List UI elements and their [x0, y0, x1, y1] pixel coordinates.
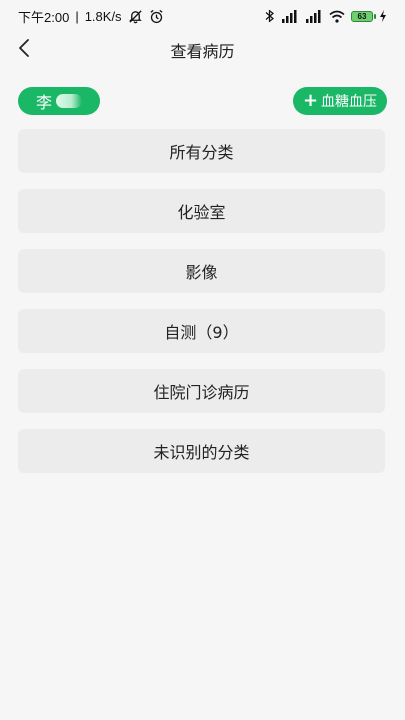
- bluetooth-icon: [264, 9, 275, 23]
- back-button[interactable]: [8, 34, 40, 66]
- patient-row: 李 + 血糖血压: [18, 87, 387, 115]
- status-bar: 下午2:00 | 1.8K/s 63: [0, 0, 405, 32]
- category-list: 所有分类 化验室 影像 自测（9） 住院门诊病历 未识别的分类: [18, 129, 385, 489]
- wifi-icon: [329, 10, 345, 23]
- category-label: 所有分类: [169, 143, 234, 162]
- category-label: 住院门诊病历: [153, 383, 250, 402]
- category-label: 影像: [185, 263, 218, 282]
- status-separator: |: [75, 8, 79, 24]
- status-left: 下午2:00 | 1.8K/s: [18, 7, 164, 26]
- charging-bolt-icon: [379, 10, 387, 22]
- category-item-all[interactable]: 所有分类: [18, 129, 385, 173]
- category-item-inpatient-outpatient[interactable]: 住院门诊病历: [18, 369, 385, 413]
- category-label: 化验室: [177, 203, 226, 222]
- category-item-self-test[interactable]: 自测（9）: [18, 309, 385, 353]
- category-label: 自测（9）: [164, 323, 239, 342]
- chevron-left-icon: [17, 38, 31, 62]
- page-title: 查看病历: [170, 42, 235, 61]
- network-speed: 1.8K/s: [84, 8, 122, 24]
- battery-level: 63: [357, 11, 367, 21]
- plus-icon: +: [302, 90, 319, 111]
- alarm-clock-icon: [149, 9, 164, 24]
- patient-name: 李: [36, 93, 53, 112]
- signal-hd-icon: [281, 9, 299, 23]
- signal-hd-icon-2: [305, 9, 323, 23]
- category-item-unrecognized[interactable]: 未识别的分类: [18, 429, 385, 473]
- category-item-lab[interactable]: 化验室: [18, 189, 385, 233]
- name-privacy-mask: [56, 94, 83, 108]
- category-label: 未识别的分类: [153, 443, 250, 462]
- battery-icon: 63: [351, 10, 376, 22]
- status-right: 63: [264, 9, 387, 23]
- status-time: 下午2:00: [18, 9, 70, 25]
- category-item-imaging[interactable]: 影像: [18, 249, 385, 293]
- add-button-label: 血糖血压: [321, 94, 378, 110]
- app-header: 查看病历: [0, 32, 405, 68]
- mute-bell-icon: [128, 9, 143, 24]
- patient-selector-chip[interactable]: 李: [18, 87, 100, 115]
- add-blood-sugar-pressure-button[interactable]: + 血糖血压: [293, 87, 387, 115]
